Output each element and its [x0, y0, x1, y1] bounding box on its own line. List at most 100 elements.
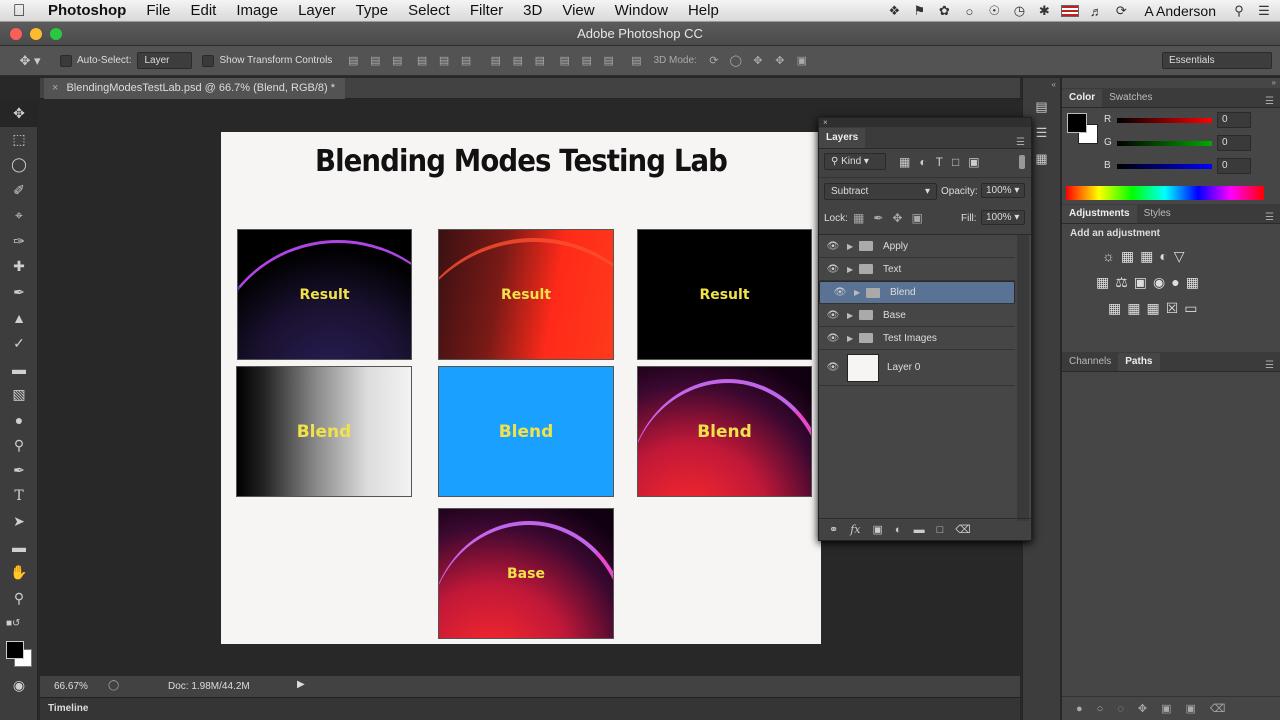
- layer-kind-filter[interactable]: ⚲ Kind ▾: [824, 153, 886, 170]
- zoom-level[interactable]: 66.67%: [54, 681, 88, 692]
- eyedropper-tool-icon[interactable]: ✑: [0, 229, 38, 255]
- menu-3d[interactable]: 3D: [513, 2, 552, 19]
- auto-select-checkbox[interactable]: [60, 54, 72, 67]
- flag-icon[interactable]: [1061, 5, 1080, 17]
- posterize-icon[interactable]: ▦: [1127, 300, 1140, 317]
- tab-swatches[interactable]: Swatches: [1102, 89, 1159, 107]
- color-lookup-icon[interactable]: ▦: [1186, 274, 1199, 291]
- collapse-arrows-icon[interactable]: «: [1023, 78, 1060, 91]
- align-bottom-icon[interactable]: ▤: [389, 54, 405, 68]
- type-tool-icon[interactable]: T: [0, 484, 38, 510]
- document-canvas[interactable]: Blending Modes Testing Lab Result Result…: [221, 132, 821, 644]
- menu-layer[interactable]: Layer: [288, 2, 346, 19]
- add-mask-icon[interactable]: ▣: [873, 523, 883, 536]
- add-mask-icon[interactable]: ▣: [1161, 702, 1171, 715]
- threshold-icon[interactable]: ▦: [1146, 300, 1159, 317]
- distribute-right-icon[interactable]: ▤: [601, 54, 617, 68]
- g-value[interactable]: 0: [1217, 135, 1251, 151]
- zoom-tool-icon[interactable]: ⚲: [0, 586, 38, 612]
- distribute-vcenter-icon[interactable]: ▤: [510, 54, 526, 68]
- layer-row-apply[interactable]: 👁 ▶ Apply: [819, 235, 1015, 258]
- layer-row-layer-0[interactable]: 👁 Layer 0: [819, 350, 1015, 386]
- align-vcenter-icon[interactable]: ▤: [367, 54, 383, 68]
- marquee-tool-icon[interactable]: ⬚: [0, 127, 38, 153]
- visibility-eye-icon[interactable]: 👁: [819, 264, 847, 275]
- menu-select[interactable]: Select: [398, 2, 460, 19]
- color-panel-menu-icon[interactable]: ☰: [1265, 96, 1280, 107]
- move-tool-icon[interactable]: ✥: [0, 101, 38, 127]
- r-value[interactable]: 0: [1217, 112, 1251, 128]
- user-name[interactable]: A Anderson: [1138, 3, 1222, 19]
- history-icon[interactable]: ▤: [1023, 99, 1060, 115]
- photo-filter-icon[interactable]: ◉: [1153, 274, 1165, 291]
- expand-triangle-icon[interactable]: ▶: [847, 265, 859, 274]
- lock-transparency-icon[interactable]: ▦: [853, 211, 864, 225]
- gradient-map-icon[interactable]: ▭: [1184, 300, 1197, 317]
- menu-type[interactable]: Type: [346, 2, 399, 19]
- distribute-bottom-icon[interactable]: ▤: [532, 54, 548, 68]
- visibility-eye-icon[interactable]: 👁: [819, 362, 847, 373]
- visibility-eye-icon[interactable]: 👁: [819, 333, 847, 344]
- pen-tool-icon[interactable]: ✒: [0, 458, 38, 484]
- crop-tool-icon[interactable]: ⌖: [0, 203, 38, 229]
- stroke-path-icon[interactable]: ○: [1097, 703, 1104, 715]
- color-balance-icon[interactable]: ⚖: [1115, 274, 1128, 291]
- blend-mode-dropdown[interactable]: Subtract ▾: [824, 183, 937, 200]
- volume-icon[interactable]: ♬: [1088, 3, 1104, 19]
- menu-window[interactable]: Window: [605, 2, 678, 19]
- auto-select-dropdown[interactable]: Layer: [137, 52, 193, 69]
- layers-panel-titlebar[interactable]: ×: [819, 118, 1031, 127]
- brightness-icon[interactable]: ☼: [1102, 248, 1115, 265]
- bluetooth-icon[interactable]: ✱: [1036, 3, 1052, 19]
- invert-icon[interactable]: ▦: [1108, 300, 1121, 317]
- curves-icon[interactable]: ▦: [1140, 248, 1153, 265]
- list-icon[interactable]: ☰: [1256, 3, 1272, 19]
- tab-layers[interactable]: Layers: [819, 128, 866, 148]
- filter-toggle[interactable]: [1019, 155, 1025, 169]
- fg-color-chip[interactable]: [1067, 113, 1087, 133]
- workspace-dropdown[interactable]: Essentials: [1162, 52, 1272, 69]
- layer-row-blend[interactable]: 👁 ▶ Blend: [819, 281, 1015, 304]
- dropbox-icon[interactable]: ❖: [886, 3, 902, 19]
- new-group-icon[interactable]: ▬: [914, 524, 925, 536]
- align-left-icon[interactable]: ▤: [414, 54, 430, 68]
- clone-stamp-tool-icon[interactable]: ▲: [0, 305, 38, 331]
- visibility-eye-icon[interactable]: 👁: [826, 287, 854, 298]
- filter-type-icon[interactable]: T: [936, 155, 943, 169]
- menu-help[interactable]: Help: [678, 2, 729, 19]
- quick-mask-icon[interactable]: ◉: [0, 673, 38, 699]
- foreground-color-swatch[interactable]: [6, 640, 24, 659]
- fill-input[interactable]: 100% ▾: [981, 210, 1025, 225]
- swap-colors-icon[interactable]: ■↺: [0, 611, 38, 637]
- filter-smart-icon[interactable]: ▣: [968, 155, 979, 169]
- layer-style-fx-icon[interactable]: fx: [850, 523, 860, 536]
- b-value[interactable]: 0: [1217, 158, 1251, 174]
- tab-color[interactable]: Color: [1062, 89, 1103, 107]
- lock-all-icon[interactable]: ▣: [911, 211, 922, 225]
- close-layers-panel-icon[interactable]: ×: [823, 118, 828, 127]
- b-slider[interactable]: [1117, 164, 1212, 169]
- filter-shape-icon[interactable]: □: [952, 155, 959, 169]
- paw-icon[interactable]: ✿: [936, 3, 952, 19]
- show-transform-checkbox[interactable]: [202, 54, 215, 67]
- delete-layer-icon[interactable]: ⌫: [955, 523, 971, 536]
- auto-align-icon[interactable]: ▤: [628, 54, 644, 68]
- move-tool-preset-icon[interactable]: ✥ ▾: [0, 53, 60, 69]
- new-path-icon[interactable]: ▣: [1185, 702, 1195, 715]
- rectangle-tool-icon[interactable]: ▬: [0, 535, 38, 561]
- new-adjustment-icon[interactable]: ◐: [895, 524, 902, 536]
- delete-path-icon[interactable]: ⌫: [1210, 702, 1226, 715]
- align-right-icon[interactable]: ▤: [458, 54, 474, 68]
- menu-image[interactable]: Image: [226, 2, 288, 19]
- chat-bubble-icon[interactable]: ○: [961, 3, 977, 19]
- 3d-orbit-icon[interactable]: ⟳: [706, 54, 722, 68]
- menu-view[interactable]: View: [552, 2, 604, 19]
- layers-panel-menu-icon[interactable]: ☰: [1016, 137, 1031, 148]
- selective-color-icon[interactable]: ☒: [1166, 300, 1179, 317]
- distribute-hcenter-icon[interactable]: ▤: [579, 54, 595, 68]
- 3d-roll-icon[interactable]: ◯: [728, 54, 744, 68]
- tab-styles[interactable]: Styles: [1137, 205, 1178, 223]
- link-layers-icon[interactable]: ⚭: [829, 523, 838, 536]
- align-top-icon[interactable]: ▤: [345, 54, 361, 68]
- menu-file[interactable]: File: [136, 2, 180, 19]
